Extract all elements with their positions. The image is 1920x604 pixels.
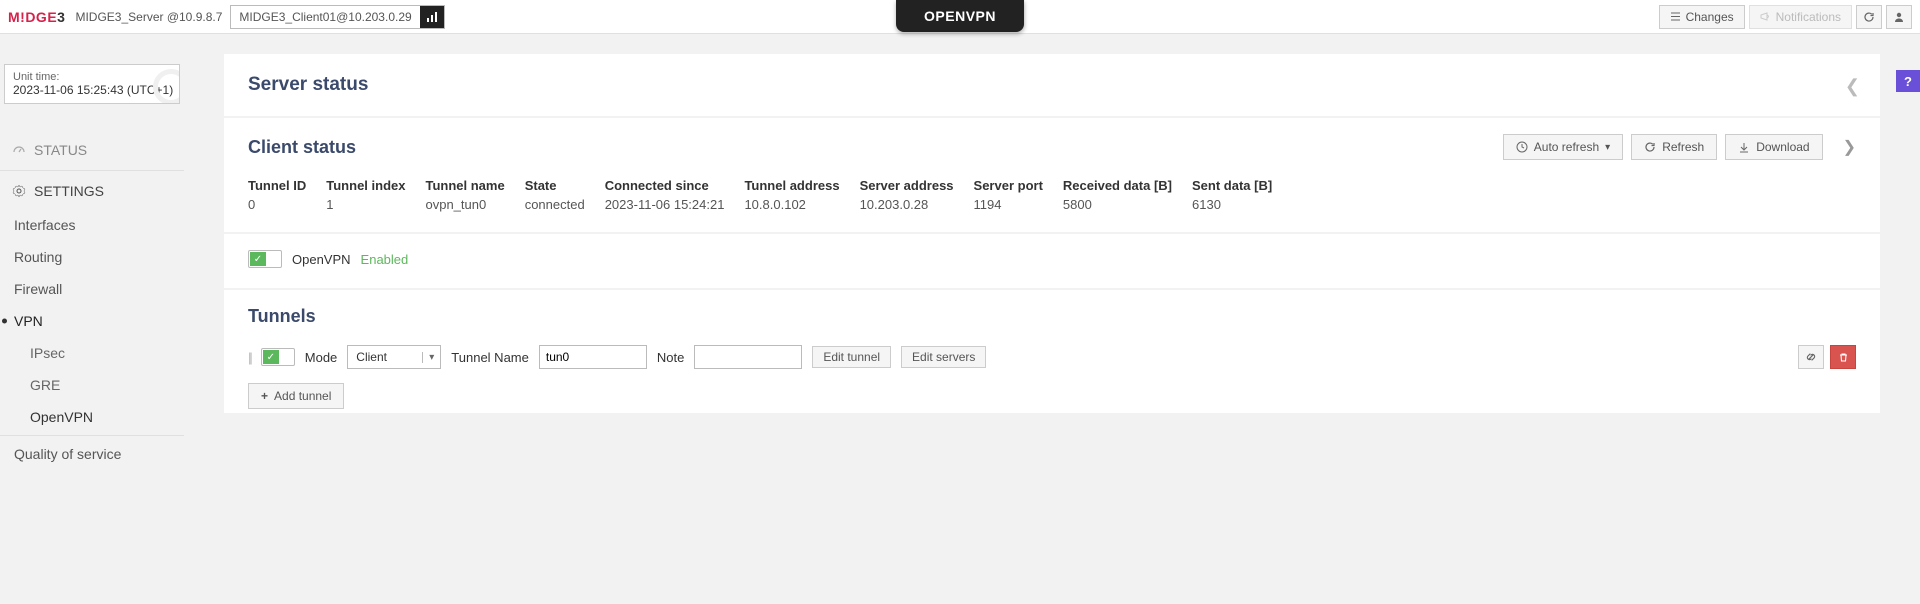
signal-icon <box>420 6 444 28</box>
clock-icon <box>1516 141 1528 153</box>
client-selector[interactable]: MIDGE3_Client01@10.203.0.29 <box>230 5 444 29</box>
th-server-port: Server port <box>974 178 1043 193</box>
tunnel-enable-toggle[interactable]: ✓ <box>261 348 295 366</box>
changes-button[interactable]: Changes <box>1659 5 1745 29</box>
openvpn-state: Enabled <box>361 252 409 267</box>
client-status-section: Client status Auto refresh ▾ Refresh <box>224 118 1880 232</box>
note-input[interactable] <box>694 345 802 369</box>
edit-servers-button[interactable]: Edit servers <box>901 346 986 368</box>
tunnel-row: || ✓ Mode Client ▾ Tunnel Name Note Edit… <box>248 345 1856 369</box>
th-tunnel-index: Tunnel index <box>326 178 405 193</box>
nav-gre[interactable]: GRE <box>0 369 184 401</box>
client-status-table: Tunnel ID 0 Tunnel index 1 Tunnel name ovpn… <box>248 178 1856 212</box>
tunnel-name-input[interactable] <box>539 345 647 369</box>
nav-vpn[interactable]: VPN <box>0 305 184 337</box>
tunnel-name-label: Tunnel Name <box>451 350 529 365</box>
reload-button[interactable] <box>1856 5 1882 29</box>
client-label: MIDGE3_Client01@10.203.0.29 <box>231 10 419 24</box>
reload-icon <box>1863 11 1875 23</box>
list-icon <box>1670 11 1681 22</box>
th-server-address: Server address <box>860 178 954 193</box>
download-icon <box>1738 141 1750 153</box>
client-status-title: Client status <box>248 137 356 158</box>
notifications-button[interactable]: Notifications <box>1749 5 1852 29</box>
unit-time-label: Unit time: <box>13 71 171 83</box>
page-title: OPENVPN <box>896 0 1024 32</box>
nav-settings[interactable]: SETTINGS <box>0 173 184 209</box>
chevron-down-icon: ▾ <box>422 352 440 363</box>
openvpn-label: OpenVPN <box>292 252 351 267</box>
td-sent: 6130 <box>1192 197 1272 212</box>
edit-tunnel-button[interactable]: Edit tunnel <box>812 346 891 368</box>
td-tunnel-address: 10.8.0.102 <box>744 197 839 212</box>
server-status-card: Server status ❮ <box>224 54 1880 116</box>
server-label: MIDGE3_Server @10.9.8.7 <box>75 10 222 24</box>
user-icon <box>1893 11 1905 23</box>
th-state: State <box>525 178 585 193</box>
tunnels-title: Tunnels <box>248 306 1856 327</box>
top-bar: M!DGE3 MIDGE3_Server @10.9.8.7 MIDGE3_Cl… <box>0 0 1920 34</box>
th-tunnel-address: Tunnel address <box>744 178 839 193</box>
mode-label: Mode <box>305 350 338 365</box>
tunnels-section: Tunnels || ✓ Mode Client ▾ Tunnel Name N… <box>224 290 1880 413</box>
note-label: Note <box>657 350 684 365</box>
chevron-left-icon[interactable]: ❮ <box>1845 76 1860 97</box>
sidebar: Unit time: 2023-11-06 15:25:43 (UTC+1) S… <box>0 34 184 470</box>
nav-routing[interactable]: Routing <box>0 241 184 273</box>
td-tunnel-index: 1 <box>326 197 405 212</box>
refresh-ring-icon <box>153 69 180 104</box>
add-tunnel-button[interactable]: + Add tunnel <box>248 383 344 409</box>
download-button[interactable]: Download <box>1725 134 1822 160</box>
th-sent: Sent data [B] <box>1192 178 1272 193</box>
th-tunnel-name: Tunnel name <box>425 178 504 193</box>
user-button[interactable] <box>1886 5 1912 29</box>
check-icon: ✓ <box>250 252 266 266</box>
td-tunnel-id: 0 <box>248 197 306 212</box>
check-icon: ✓ <box>263 350 279 364</box>
auto-refresh-button[interactable]: Auto refresh ▾ <box>1503 134 1623 160</box>
openvpn-toggle-section: ✓ OpenVPN Enabled <box>224 234 1880 288</box>
collapse-icon[interactable]: ❯ <box>1843 137 1856 157</box>
reload-icon <box>1644 141 1656 153</box>
server-status-title: Server status <box>248 74 1856 96</box>
refresh-button[interactable]: Refresh <box>1631 134 1717 160</box>
openvpn-toggle[interactable]: ✓ <box>248 250 282 268</box>
link-icon <box>1805 351 1817 363</box>
delete-button[interactable] <box>1830 345 1856 369</box>
th-connected-since: Connected since <box>605 178 725 193</box>
dashboard-icon <box>12 143 26 157</box>
product-logo: M!DGE3 <box>8 9 65 25</box>
nav-openvpn[interactable]: OpenVPN <box>0 401 184 433</box>
td-server-address: 10.203.0.28 <box>860 197 954 212</box>
nav-qos[interactable]: Quality of service <box>0 438 184 470</box>
unit-time-box: Unit time: 2023-11-06 15:25:43 (UTC+1) <box>4 64 180 104</box>
chevron-down-icon: ▾ <box>1605 142 1610 153</box>
drag-handle-icon[interactable]: || <box>248 350 251 365</box>
link-button[interactable] <box>1798 345 1824 369</box>
td-state: connected <box>525 197 585 212</box>
nav-firewall[interactable]: Firewall <box>0 273 184 305</box>
content: Server status ❮ Client status Auto refre… <box>184 34 1920 470</box>
th-tunnel-id: Tunnel ID <box>248 178 306 193</box>
plus-icon: + <box>261 389 268 403</box>
td-connected-since: 2023-11-06 15:24:21 <box>605 197 725 212</box>
mode-value: Client <box>348 350 422 364</box>
td-server-port: 1194 <box>974 197 1043 212</box>
td-received: 5800 <box>1063 197 1172 212</box>
nav-interfaces[interactable]: Interfaces <box>0 209 184 241</box>
mode-select[interactable]: Client ▾ <box>347 345 441 369</box>
th-received: Received data [B] <box>1063 178 1172 193</box>
trash-icon <box>1838 352 1849 363</box>
gear-icon <box>12 184 26 198</box>
megaphone-icon <box>1760 11 1771 22</box>
unit-time-value: 2023-11-06 15:25:43 (UTC+1) <box>13 83 171 97</box>
nav-status[interactable]: STATUS <box>0 132 184 168</box>
td-tunnel-name: ovpn_tun0 <box>425 197 504 212</box>
nav-ipsec[interactable]: IPsec <box>0 337 184 369</box>
